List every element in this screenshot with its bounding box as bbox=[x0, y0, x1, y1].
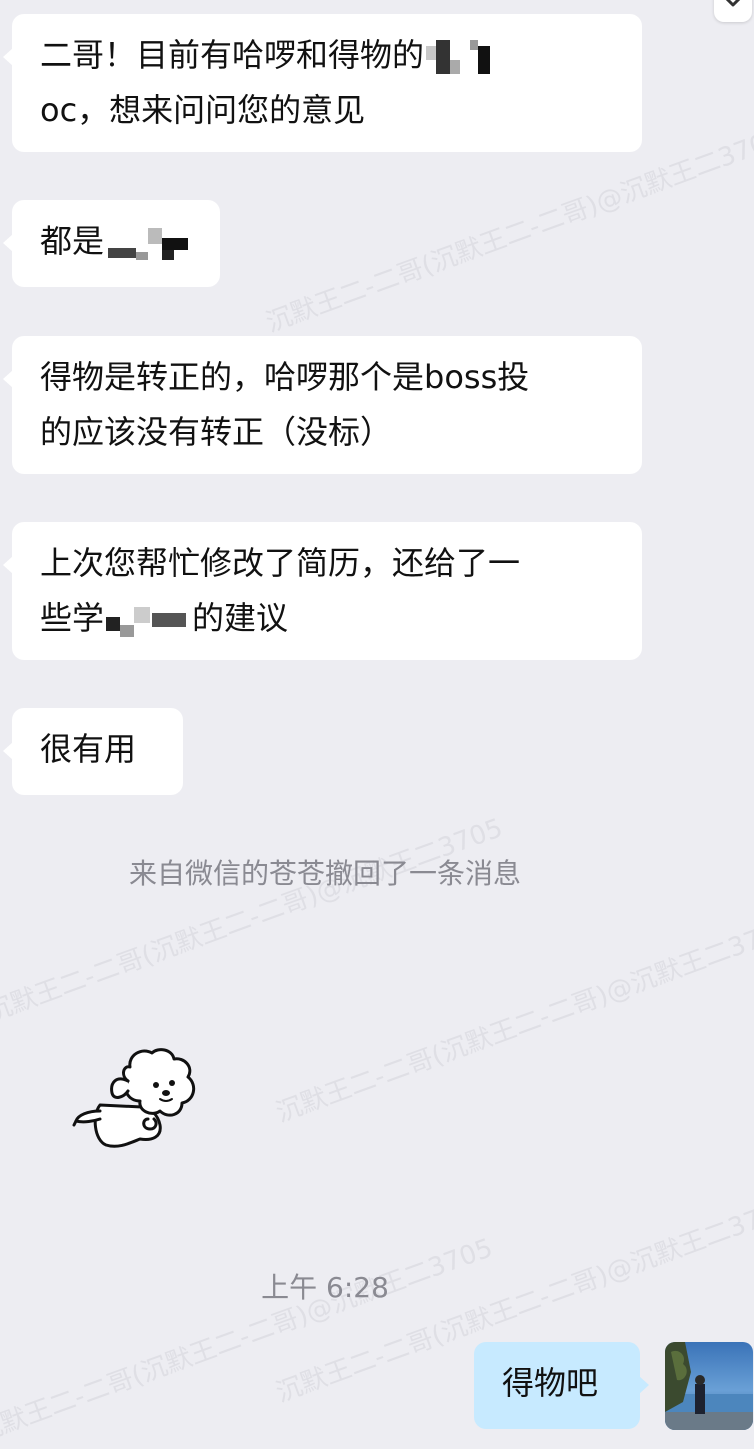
reply-text: 得物吧 bbox=[502, 1364, 599, 1402]
message-text: oc，想来问问您的意见 bbox=[40, 91, 366, 129]
message-line: oc，想来问问您的意见 bbox=[40, 83, 614, 138]
message-text: 的建议 bbox=[192, 599, 289, 637]
message-bubble[interactable]: 二哥！目前有哈啰和得物的 oc，想来问问您的意见 bbox=[3, 14, 642, 152]
watermark: 沉默王二-二哥(沉默王二-二哥)@沉默王二3705 bbox=[272, 913, 754, 1129]
message-text: 得物是转正的，哈啰那个是boss投 bbox=[40, 358, 530, 396]
message-bubble[interactable]: 得物是转正的，哈啰那个是boss投 的应该没有转正（没标） bbox=[3, 336, 642, 474]
message-bubble[interactable]: 都是 bbox=[3, 200, 220, 287]
scroll-down-button[interactable] bbox=[714, 0, 752, 22]
puppy-sticker[interactable] bbox=[70, 1045, 215, 1155]
watermark: 沉默王二-二哥(沉默王二-二哥)@沉默王二3705 bbox=[0, 1233, 497, 1449]
message-text: 上次您帮忙修改了简历，还给了一 bbox=[40, 544, 521, 582]
recall-notice: 来自微信的苍苍撤回了一条消息 bbox=[128, 857, 521, 890]
redacted-mosaic bbox=[106, 603, 190, 637]
message-bubble[interactable]: 上次您帮忙修改了简历，还给了一 些学 的建议 bbox=[3, 522, 642, 660]
message-text: 的应该没有转正（没标） bbox=[40, 413, 393, 451]
message-text: 都是 bbox=[40, 222, 105, 260]
message-text: 二哥！目前有哈啰和得物的 bbox=[40, 36, 425, 74]
message-timestamp: 上午 6:28 bbox=[261, 1271, 389, 1304]
watermark: 沉默王二-二哥(沉默王二-二哥)@沉默王二3705 bbox=[0, 813, 507, 1029]
avatar[interactable] bbox=[665, 1342, 753, 1430]
message-text: 很有用 bbox=[40, 730, 137, 768]
chat-window: 沉默王二-二哥(沉默王二-二哥)@沉默王二3705 沉默王二-二哥(沉默王二-二… bbox=[0, 0, 754, 1449]
message-text: 些学 bbox=[40, 599, 105, 637]
reply-bubble[interactable]: 得物吧 bbox=[474, 1342, 649, 1429]
chevron-down-icon bbox=[725, 0, 741, 7]
redacted-mosaic bbox=[106, 226, 190, 260]
message-line: 些学 的建议 bbox=[40, 591, 614, 646]
redacted-mosaic bbox=[426, 40, 492, 74]
avatar-image bbox=[665, 1342, 753, 1430]
message-line: 二哥！目前有哈啰和得物的 bbox=[40, 28, 614, 83]
message-bubble[interactable]: 很有用 bbox=[3, 708, 183, 795]
